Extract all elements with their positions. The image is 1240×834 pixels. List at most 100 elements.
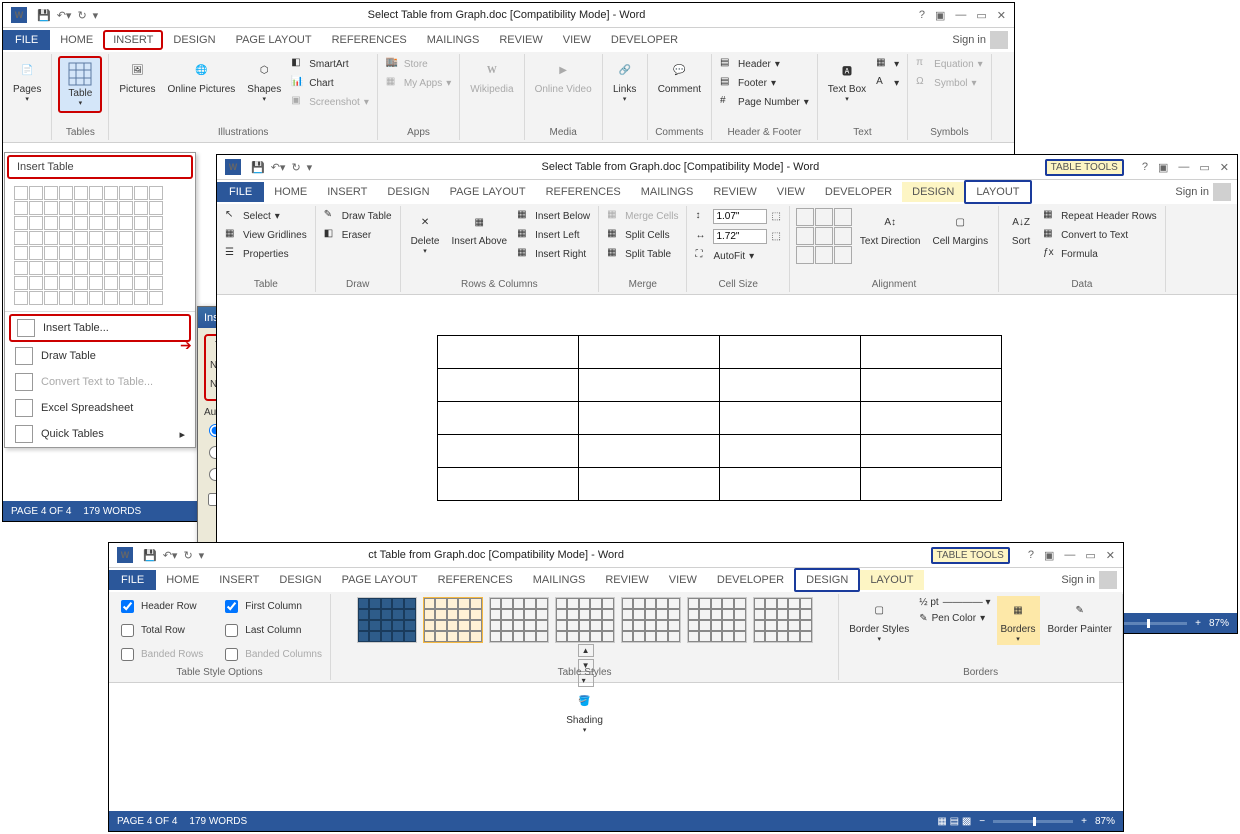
width-field[interactable]: ↔ ⬚ xyxy=(693,228,782,245)
tab-developer[interactable]: DEVELOPER xyxy=(601,30,688,50)
borders-button[interactable]: ▦Borders▾ xyxy=(997,596,1040,645)
shapes-button[interactable]: ⬡Shapes▾ xyxy=(243,56,285,105)
tab-review[interactable]: REVIEW xyxy=(489,30,552,50)
ribbon-options-icon[interactable]: ▣ xyxy=(935,9,945,22)
redo-icon[interactable]: ↻ xyxy=(291,161,300,174)
undo-icon[interactable]: ↶▾ xyxy=(271,161,286,174)
draw-table-button[interactable]: ✎Draw Table xyxy=(322,208,394,224)
inserted-table[interactable] xyxy=(437,335,1002,501)
qat: W 💾 ↶▾ ↻ ▾ xyxy=(3,7,102,23)
merge-cells-button[interactable]: ▦Merge Cells xyxy=(605,208,680,224)
comment-button[interactable]: 💬Comment xyxy=(654,56,705,97)
insert-above-button[interactable]: ▦Insert Above xyxy=(447,208,511,249)
text-direction-button[interactable]: A↕Text Direction xyxy=(856,208,925,249)
online-pictures-button[interactable]: 🌐Online Pictures xyxy=(163,56,239,97)
pen-weight[interactable]: ½ pt ———— ▾ xyxy=(917,596,992,609)
online-video-button[interactable]: ▶Online Video xyxy=(531,56,596,97)
status-words[interactable]: 179 WORDS xyxy=(83,506,141,517)
sort-button[interactable]: A↓ZSort xyxy=(1005,208,1037,249)
save-icon[interactable]: 💾 xyxy=(37,9,51,22)
qat-more-icon[interactable]: ▾ xyxy=(93,9,99,22)
autofit-button[interactable]: ⛶AutoFit ▾ xyxy=(693,248,782,264)
status-bar-3: PAGE 4 OF 4 179 WORDS ▦ ▤ ▩−+87% xyxy=(109,811,1123,831)
insert-left-button[interactable]: ▦Insert Left xyxy=(515,227,592,243)
layout-tool-tab[interactable]: LAYOUT xyxy=(964,180,1031,204)
layout-tool-tab-2[interactable]: LAYOUT xyxy=(860,570,923,590)
repeat-header-button[interactable]: ▦Repeat Header Rows xyxy=(1041,208,1159,224)
links-button[interactable]: 🔗Links▾ xyxy=(609,56,641,105)
zoom-value[interactable]: 87% xyxy=(1209,618,1229,629)
textbox-button[interactable]: 🅰Text Box▾ xyxy=(824,56,870,105)
eraser-button[interactable]: ◧Eraser xyxy=(322,227,394,243)
wikipedia-button[interactable]: WWikipedia xyxy=(466,56,517,97)
tab-insert[interactable]: INSERT xyxy=(103,30,163,50)
quick-tables-item[interactable]: Quick Tables▸ xyxy=(5,421,195,447)
symbol-button[interactable]: ΩSymbol ▾ xyxy=(914,75,985,91)
myapps-button[interactable]: ▦My Apps ▾ xyxy=(384,75,453,91)
tab-file[interactable]: FILE xyxy=(3,30,50,50)
height-field[interactable]: ↕ ⬚ xyxy=(693,208,782,225)
banded-rows-checkbox[interactable]: Banded Rows xyxy=(115,644,205,665)
draw-table-item[interactable]: Draw Table xyxy=(5,343,195,369)
equation-button[interactable]: πEquation ▾ xyxy=(914,56,985,72)
first-col-checkbox[interactable]: First Column xyxy=(219,596,324,617)
signin-link[interactable]: Sign in xyxy=(946,27,1014,53)
tab-mailings[interactable]: MAILINGS xyxy=(417,30,490,50)
text-more2[interactable]: A▾ xyxy=(874,75,901,91)
split-cells-button[interactable]: ▦Split Cells xyxy=(605,227,680,243)
table-size-grid[interactable] xyxy=(5,181,195,309)
ribbon-group-apps: Apps xyxy=(378,127,459,138)
excel-spreadsheet-item[interactable]: Excel Spreadsheet xyxy=(5,395,195,421)
ribbon-design: Header Row Total Row Banded Rows First C… xyxy=(109,592,1123,683)
smartart-button[interactable]: ◧SmartArt xyxy=(289,56,371,72)
tab-home[interactable]: HOME xyxy=(50,30,103,50)
chart-button[interactable]: 📊Chart xyxy=(289,75,371,91)
design-tool-tab-2[interactable]: DESIGN xyxy=(794,568,860,592)
tab-pagelayout[interactable]: PAGE LAYOUT xyxy=(226,30,322,50)
delete-button[interactable]: ✕Delete▾ xyxy=(407,208,444,257)
text-more[interactable]: ▦▾ xyxy=(874,56,901,72)
minimize-icon[interactable]: — xyxy=(955,9,966,22)
status-page[interactable]: PAGE 4 OF 4 xyxy=(11,506,71,517)
pen-color[interactable]: ✎ Pen Color ▾ xyxy=(917,612,992,625)
insert-below-button[interactable]: ▦Insert Below xyxy=(515,208,592,224)
tab-design[interactable]: DESIGN xyxy=(163,30,225,50)
design-tool-tab[interactable]: DESIGN xyxy=(902,182,964,202)
help-icon[interactable]: ? xyxy=(919,9,925,22)
gridlines-button[interactable]: ▦View Gridlines xyxy=(223,227,309,243)
table-button[interactable]: Table▾ xyxy=(58,56,102,113)
alignment-grid[interactable] xyxy=(796,208,852,264)
split-table-button[interactable]: ▦Split Table xyxy=(605,246,680,262)
close-icon[interactable]: ✕ xyxy=(997,9,1006,22)
banded-cols-checkbox[interactable]: Banded Columns xyxy=(219,644,324,665)
pagenumber-button[interactable]: #Page Number ▾ xyxy=(718,94,811,110)
insert-right-button[interactable]: ▦Insert Right xyxy=(515,246,592,262)
tab-view[interactable]: VIEW xyxy=(553,30,601,50)
screenshot-button[interactable]: ▣Screenshot ▾ xyxy=(289,94,371,110)
header-row-checkbox[interactable]: Header Row xyxy=(115,596,205,617)
maximize-icon[interactable]: ▭ xyxy=(976,9,986,22)
formula-button[interactable]: ƒxFormula xyxy=(1041,246,1159,262)
border-painter-button[interactable]: ✎Border Painter xyxy=(1044,596,1116,637)
properties-button[interactable]: ☰Properties xyxy=(223,246,309,262)
last-col-checkbox[interactable]: Last Column xyxy=(219,620,324,641)
header-button[interactable]: ▤Header ▾ xyxy=(718,56,811,72)
border-styles-button[interactable]: ▢Border Styles▾ xyxy=(845,596,913,645)
pictures-button[interactable]: 🖼Pictures xyxy=(115,56,159,97)
convert-text-button[interactable]: ▦Convert to Text xyxy=(1041,227,1159,243)
insert-table-item[interactable]: Insert Table... xyxy=(9,314,191,342)
tab-references[interactable]: REFERENCES xyxy=(322,30,417,50)
footer-button[interactable]: ▤Footer ▾ xyxy=(718,75,811,91)
ribbon-tabs-2: FILE HOME INSERT DESIGN PAGE LAYOUT REFE… xyxy=(217,180,1237,204)
shading-button[interactable]: 🪣Shading▾ xyxy=(562,687,607,736)
save-icon[interactable]: 💾 xyxy=(251,161,265,174)
store-button[interactable]: 🏬Store xyxy=(384,56,453,72)
pages-button[interactable]: 📄Pages▾ xyxy=(9,56,45,105)
cell-margins-button[interactable]: ▢Cell Margins xyxy=(929,208,993,249)
select-button[interactable]: ↖Select ▾ xyxy=(223,208,309,224)
total-row-checkbox[interactable]: Total Row xyxy=(115,620,205,641)
table-styles-gallery[interactable] xyxy=(356,596,814,644)
ribbon-layout: ↖Select ▾ ▦View Gridlines ☰Properties Ta… xyxy=(217,204,1237,295)
redo-icon[interactable]: ↻ xyxy=(77,9,86,22)
undo-icon[interactable]: ↶▾ xyxy=(57,9,72,22)
